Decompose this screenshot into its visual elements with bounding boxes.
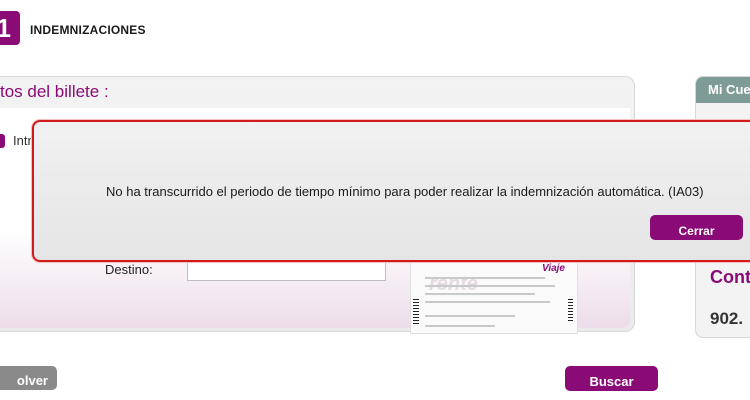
contact-label: Cont	[710, 267, 750, 287]
ticket-text-line	[425, 315, 515, 317]
ticket-text-line	[425, 325, 495, 327]
radio-option-label: Intr	[13, 133, 32, 148]
destino-input[interactable]	[187, 259, 386, 281]
contact-phone: 902.	[710, 309, 744, 328]
ticket-text-line	[425, 277, 545, 279]
ticket-barcode-left	[413, 299, 419, 325]
ticket-barcode-right	[568, 299, 573, 323]
destino-label: Destino:	[105, 262, 153, 277]
alert-message: No ha transcurrido el periodo de tiempo …	[106, 184, 704, 199]
close-button[interactable]: Cerrar	[650, 215, 743, 240]
panel-title: tos del billete :	[0, 82, 109, 101]
step-number-badge: 1	[0, 11, 20, 45]
ticket-text-line	[425, 293, 535, 295]
back-button[interactable]: olver	[0, 366, 57, 390]
sidebar-header[interactable]: Mi Cue	[696, 77, 750, 103]
ticket-text-line	[425, 301, 550, 303]
alert-dialog: No ha transcurrido el periodo de tiempo …	[32, 120, 750, 262]
radio-option[interactable]	[0, 134, 5, 148]
ticket-sample-image: rente Viaje	[410, 258, 578, 334]
ticket-brand: Viaje	[542, 263, 565, 274]
ticket-text-line	[425, 285, 555, 287]
page: 1 INDEMNIZACIONES tos del billete : Intr…	[0, 0, 750, 400]
page-title: INDEMNIZACIONES	[30, 23, 146, 37]
search-button[interactable]: Buscar	[565, 366, 658, 391]
